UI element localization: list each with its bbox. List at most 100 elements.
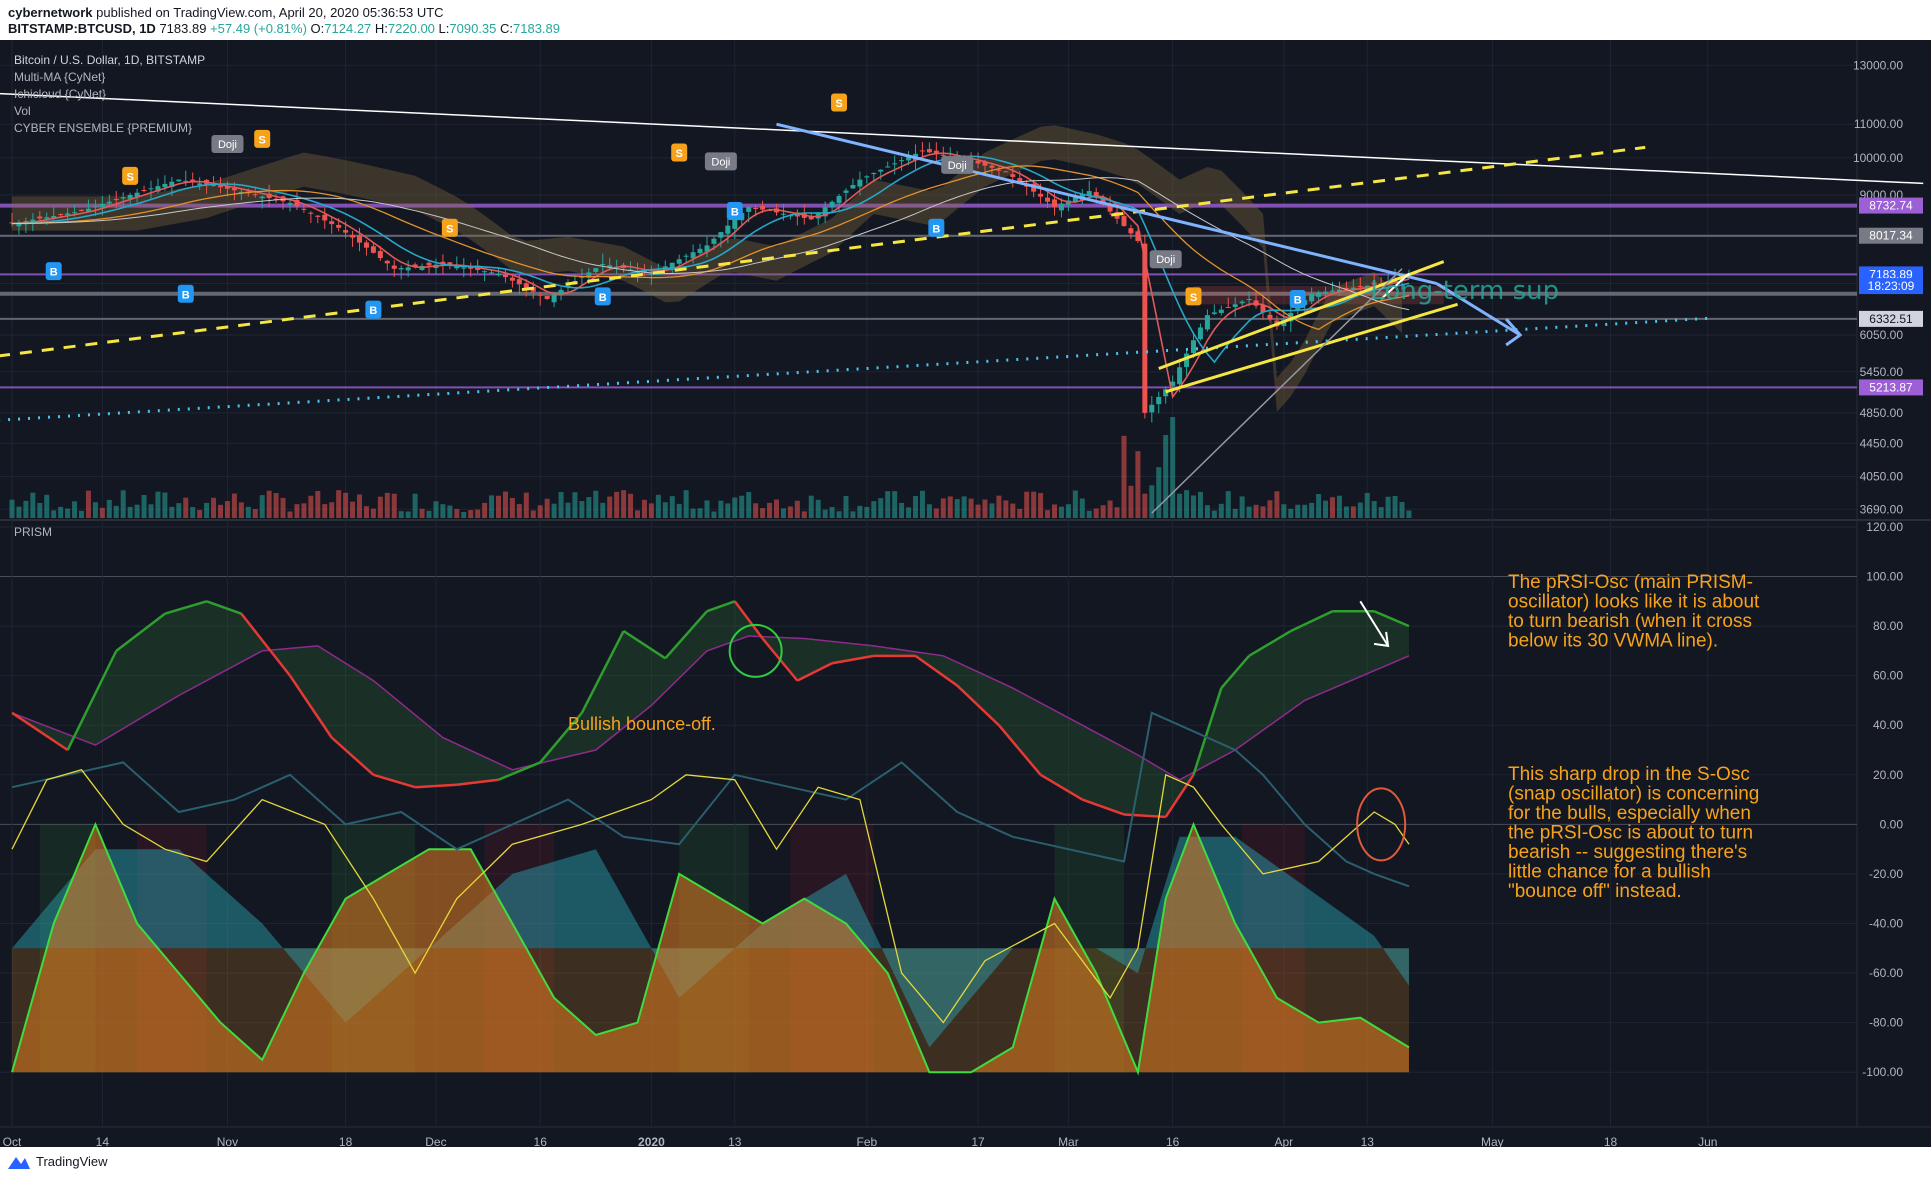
candle-body [1045, 197, 1051, 202]
volume-bar [711, 511, 717, 518]
volume-bar [231, 493, 237, 518]
candle-body [732, 219, 738, 229]
volume-bar [1204, 505, 1210, 518]
volume-bar [176, 503, 182, 518]
volume-bar [676, 503, 682, 518]
volume-bar [280, 497, 286, 518]
volume-bar [44, 494, 50, 518]
candle-body [864, 176, 870, 178]
volume-bar [1330, 497, 1335, 518]
time-tick-label: 16 [534, 1135, 548, 1147]
s-osc-note-line: for the bulls, especially when [1508, 803, 1751, 824]
time-tick-label: Nov [217, 1135, 238, 1147]
legend-indicator-1[interactable]: Multi-MA {CyNet} [14, 70, 105, 84]
time-tick-label: 18 [339, 1135, 353, 1147]
volume-bar [343, 492, 349, 518]
volume-bar [447, 505, 453, 518]
volume-bar [377, 496, 383, 518]
volume-bar [1197, 491, 1203, 518]
volume-bar [1100, 505, 1106, 518]
legend-indicator-4[interactable]: CYBER ENSEMBLE {PREMIUM} [14, 121, 192, 135]
volume-bar [829, 507, 835, 518]
signal-marker-letter: S [676, 148, 683, 160]
volume-bars [9, 417, 1412, 518]
prsi-note: The pRSI-Osc (main PRISM-oscillator) loo… [1508, 572, 1760, 652]
volume-bar [655, 494, 661, 518]
volume-bar [933, 508, 939, 518]
volume-bar [350, 501, 356, 518]
volume-bar [1246, 506, 1252, 518]
candle-body [384, 260, 390, 264]
candle-body [753, 208, 759, 210]
volume-bar [336, 490, 342, 518]
volume-bar [308, 495, 314, 518]
volume-bar [252, 509, 258, 518]
volume-bar [475, 509, 481, 518]
time-tick-label: 2020 [638, 1135, 665, 1147]
volume-bar [753, 503, 759, 518]
signal-marker-letter: B [1294, 294, 1302, 306]
volume-bar [871, 501, 877, 518]
candle-body [287, 202, 293, 205]
volume-bar [1045, 510, 1051, 518]
volume-bar [1142, 493, 1148, 518]
prsi-note-line: to turn bearish (when it cross [1508, 611, 1752, 632]
price-tick-label: 6050.00 [1860, 328, 1904, 342]
tradingview-icon [8, 1156, 30, 1169]
volume-bar [30, 492, 36, 518]
legend-indicator-2[interactable]: Ichicloud {CyNet} [14, 87, 106, 101]
legend-indicator-3[interactable]: Vol [14, 104, 31, 118]
candle-body [544, 295, 550, 299]
candle-body [780, 213, 786, 215]
time-tick-label: Mar [1058, 1135, 1079, 1147]
candle-body [363, 242, 369, 248]
volume-bar [725, 503, 731, 518]
volume-bar [635, 510, 640, 518]
volume-bar [614, 491, 620, 518]
candle-body [1038, 193, 1044, 197]
price-change: +57.49 (+0.81%) [210, 21, 307, 36]
volume-bar [704, 500, 710, 518]
volume-bar [113, 505, 119, 518]
volume-bar [1225, 491, 1231, 518]
candle-body [37, 216, 43, 219]
volume-bar [913, 496, 918, 518]
author-name[interactable]: cybernetwork [8, 5, 93, 20]
osc-tick-label: 80.00 [1873, 619, 1903, 633]
volume-bar [1239, 496, 1245, 518]
candle-body [1197, 327, 1203, 340]
tradingview-logo[interactable]: TradingView [8, 1154, 108, 1169]
symbol-label: BITSTAMP:BTCUSD, 1D [8, 21, 156, 36]
volume-bar [1232, 508, 1238, 518]
volume-bar [120, 490, 126, 518]
volume-bar [1072, 490, 1078, 518]
osc-legend[interactable]: PRISM [14, 525, 52, 539]
volume-bar [774, 499, 779, 518]
candle-body [489, 272, 495, 274]
volume-bar [72, 501, 78, 518]
signal-marker-letter: B [50, 267, 58, 279]
candle-body [120, 197, 126, 199]
volume-bar [906, 507, 912, 518]
volume-bar [767, 502, 773, 518]
volume-bar [551, 503, 557, 518]
volume-bar [454, 508, 460, 518]
time-tick-label: Apr [1275, 1135, 1294, 1147]
candle-body [509, 277, 515, 281]
volume-bar [586, 497, 592, 518]
volume-bar [141, 494, 147, 518]
time-tick-label: Oct [3, 1135, 22, 1147]
s-osc-note-line: "bounce off" instead. [1508, 881, 1682, 902]
long-term-support-label: Long-term sup [1370, 276, 1559, 306]
candle-body [350, 234, 356, 238]
volume-bar [690, 508, 696, 518]
candle-body [252, 194, 258, 196]
chart-canvas[interactable]: Long-term sup B B B B B B B S S S S S S Doji Doji Doji D… [0, 40, 1931, 1147]
candle-body [892, 163, 898, 165]
volume-bar [780, 508, 786, 518]
volume-bar [1274, 491, 1280, 518]
volume-bar [836, 511, 842, 518]
doji-label: Doji [948, 160, 967, 172]
low-value: 7090.35 [449, 21, 497, 36]
volume-bar [947, 496, 953, 518]
